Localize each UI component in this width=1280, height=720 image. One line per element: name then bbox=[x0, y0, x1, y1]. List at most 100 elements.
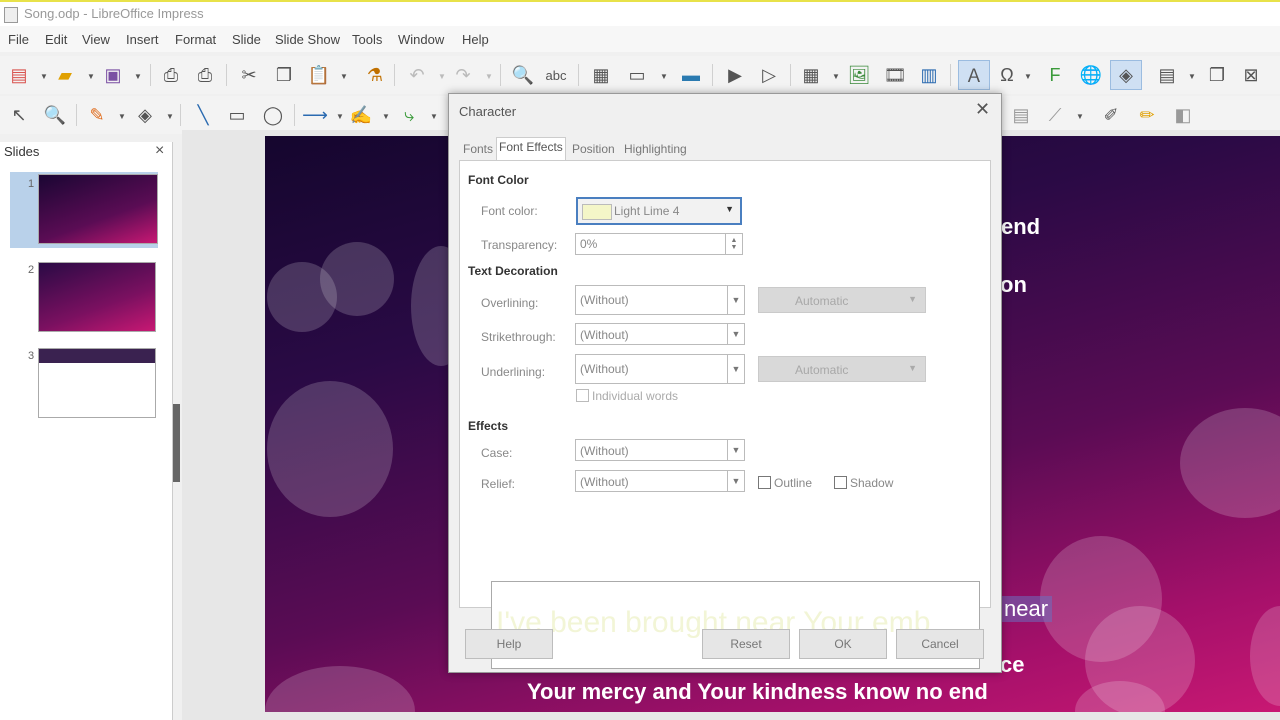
toggle-extrusion-icon[interactable]: ◧ bbox=[1172, 104, 1194, 126]
spelling-icon[interactable]: abc bbox=[545, 64, 567, 86]
media-icon[interactable]: 🎞 bbox=[884, 64, 907, 86]
reset-button[interactable]: Reset bbox=[702, 629, 790, 659]
paste-dropdown-icon[interactable]: ▼ bbox=[340, 72, 348, 81]
new-slide-icon[interactable]: ❐ bbox=[1206, 64, 1228, 86]
master-slide-icon[interactable]: ▬ bbox=[680, 64, 702, 86]
image-icon[interactable]: 🖼 bbox=[848, 64, 871, 86]
menu-tools[interactable]: Tools bbox=[352, 32, 382, 47]
redo-icon[interactable]: ↷ bbox=[452, 64, 474, 86]
save-dropdown-icon[interactable]: ▼ bbox=[134, 72, 142, 81]
strikethrough-dropdown[interactable]: (Without) ▼ bbox=[575, 323, 745, 345]
undo-icon[interactable]: ↶ bbox=[406, 64, 428, 86]
special-character-icon[interactable]: Ω bbox=[996, 64, 1018, 86]
delete-slide-icon[interactable]: ⊠ bbox=[1240, 64, 1262, 86]
undo-dropdown-icon[interactable]: ▼ bbox=[438, 72, 446, 81]
arrange-dropdown-icon[interactable]: ▼ bbox=[1076, 112, 1084, 121]
connector-dropdown-icon[interactable]: ▼ bbox=[430, 112, 438, 121]
close-icon[interactable]: ✕ bbox=[975, 99, 990, 120]
open-dropdown-icon[interactable]: ▼ bbox=[87, 72, 95, 81]
curve-icon[interactable]: ✍ bbox=[350, 104, 372, 126]
cut-icon[interactable]: ✂ bbox=[238, 64, 260, 86]
line-color-icon[interactable]: ✎ bbox=[86, 104, 108, 126]
find-replace-icon[interactable]: 🔍 bbox=[512, 64, 534, 86]
individual-words-checkbox[interactable] bbox=[576, 389, 589, 402]
arrange-icon[interactable]: ⟋ bbox=[1044, 104, 1066, 126]
export-pdf-icon[interactable]: ⎙ bbox=[160, 64, 182, 86]
cancel-button[interactable]: Cancel bbox=[896, 629, 984, 659]
fontwork-icon[interactable]: F bbox=[1044, 64, 1066, 86]
help-button[interactable]: Help bbox=[465, 629, 553, 659]
fill-color-icon[interactable]: ◈ bbox=[134, 104, 156, 126]
slide-thumbnail-2[interactable] bbox=[38, 262, 156, 332]
shapes-icon[interactable]: ◈ bbox=[1110, 60, 1142, 90]
slide-thumbnail-1[interactable] bbox=[38, 174, 158, 244]
grid-icon[interactable]: ▦ bbox=[590, 64, 612, 86]
font-color-dropdown[interactable]: Light Lime 4 ▼ bbox=[576, 197, 742, 225]
chart-icon[interactable]: ▥ bbox=[918, 64, 940, 86]
menu-help[interactable]: Help bbox=[462, 32, 489, 47]
menu-window[interactable]: Window bbox=[398, 32, 444, 47]
save-icon[interactable]: ▣ bbox=[102, 64, 124, 86]
tab-position[interactable]: Position bbox=[570, 140, 617, 160]
separator bbox=[76, 104, 77, 126]
print-icon[interactable]: ⎙ bbox=[194, 64, 216, 86]
points-icon[interactable]: ✐ bbox=[1100, 104, 1122, 126]
panel-collapse-handle[interactable] bbox=[173, 404, 180, 482]
tab-font-effects[interactable]: Font Effects bbox=[496, 137, 566, 161]
slide-thumbnail-3[interactable] bbox=[38, 348, 156, 418]
start-from-first-slide-icon[interactable]: ▶ bbox=[724, 64, 746, 86]
table-icon[interactable]: ▦ bbox=[800, 64, 822, 86]
menu-insert[interactable]: Insert bbox=[126, 32, 159, 47]
line-arrow-icon[interactable]: ⟶ bbox=[302, 104, 328, 126]
connector-icon[interactable]: ⤷ bbox=[398, 104, 420, 126]
underline-color-dropdown[interactable]: Automatic ▼ bbox=[758, 356, 926, 382]
underlining-dropdown[interactable]: (Without) ▼ bbox=[575, 354, 745, 384]
clone-formatting-icon[interactable]: ⚗ bbox=[364, 64, 386, 86]
close-icon[interactable]: × bbox=[155, 142, 164, 160]
select-arrow-icon[interactable]: ↖ bbox=[8, 104, 30, 126]
align-objects-icon[interactable]: ▤ bbox=[1010, 104, 1032, 126]
header-footer-icon[interactable]: ▤ bbox=[1156, 64, 1178, 86]
menu-slide[interactable]: Slide bbox=[232, 32, 261, 47]
redo-dropdown-icon[interactable]: ▼ bbox=[485, 72, 493, 81]
tab-fonts[interactable]: Fonts bbox=[461, 140, 495, 160]
paste-icon[interactable]: 📋 bbox=[308, 64, 330, 86]
new-document-icon[interactable]: ▤ bbox=[8, 64, 30, 86]
header-footer-dropdown-icon[interactable]: ▼ bbox=[1188, 72, 1196, 81]
views-dropdown-icon[interactable]: ▼ bbox=[660, 72, 668, 81]
hyperlink-icon[interactable]: 🌐 bbox=[1080, 64, 1102, 86]
menu-file[interactable]: File bbox=[8, 32, 29, 47]
curve-dropdown-icon[interactable]: ▼ bbox=[382, 112, 390, 121]
ellipse-icon[interactable]: ◯ bbox=[262, 104, 284, 126]
line-color-dropdown-icon[interactable]: ▼ bbox=[118, 112, 126, 121]
menu-slide-show[interactable]: Slide Show bbox=[275, 32, 340, 47]
relief-dropdown[interactable]: (Without) ▼ bbox=[575, 470, 745, 492]
case-dropdown[interactable]: (Without) ▼ bbox=[575, 439, 745, 461]
display-views-icon[interactable]: ▭ bbox=[626, 64, 648, 86]
menu-view[interactable]: View bbox=[82, 32, 110, 47]
shadow-checkbox[interactable] bbox=[834, 476, 847, 489]
transparency-spinbox[interactable]: 0% ▲ ▼ bbox=[575, 233, 743, 255]
zoom-icon[interactable]: 🔍 bbox=[44, 104, 66, 126]
fill-color-dropdown-icon[interactable]: ▼ bbox=[166, 112, 174, 121]
menu-format[interactable]: Format bbox=[175, 32, 216, 47]
ok-button[interactable]: OK bbox=[799, 629, 887, 659]
menu-bar: File Edit View Insert Format Slide Slide… bbox=[0, 26, 1280, 52]
rectangle-icon[interactable]: ▭ bbox=[226, 104, 248, 126]
glue-points-icon[interactable]: ✏ bbox=[1136, 104, 1158, 126]
table-dropdown-icon[interactable]: ▼ bbox=[832, 72, 840, 81]
menu-edit[interactable]: Edit bbox=[45, 32, 67, 47]
open-folder-icon[interactable]: ▰ bbox=[54, 64, 76, 86]
text-box-icon[interactable]: Ａ bbox=[958, 60, 990, 90]
overlining-dropdown[interactable]: (Without) ▼ bbox=[575, 285, 745, 315]
special-character-dropdown-icon[interactable]: ▼ bbox=[1024, 72, 1032, 81]
line-icon[interactable]: ╲ bbox=[192, 104, 214, 126]
tab-highlighting[interactable]: Highlighting bbox=[622, 140, 689, 160]
spin-arrows-icon[interactable]: ▲ ▼ bbox=[725, 234, 742, 254]
new-dropdown-icon[interactable]: ▼ bbox=[40, 72, 48, 81]
copy-icon[interactable]: ❐ bbox=[273, 64, 295, 86]
overline-color-dropdown[interactable]: Automatic ▼ bbox=[758, 287, 926, 313]
outline-checkbox[interactable] bbox=[758, 476, 771, 489]
start-from-current-slide-icon[interactable]: ▷ bbox=[758, 64, 780, 86]
line-arrow-dropdown-icon[interactable]: ▼ bbox=[336, 112, 344, 121]
